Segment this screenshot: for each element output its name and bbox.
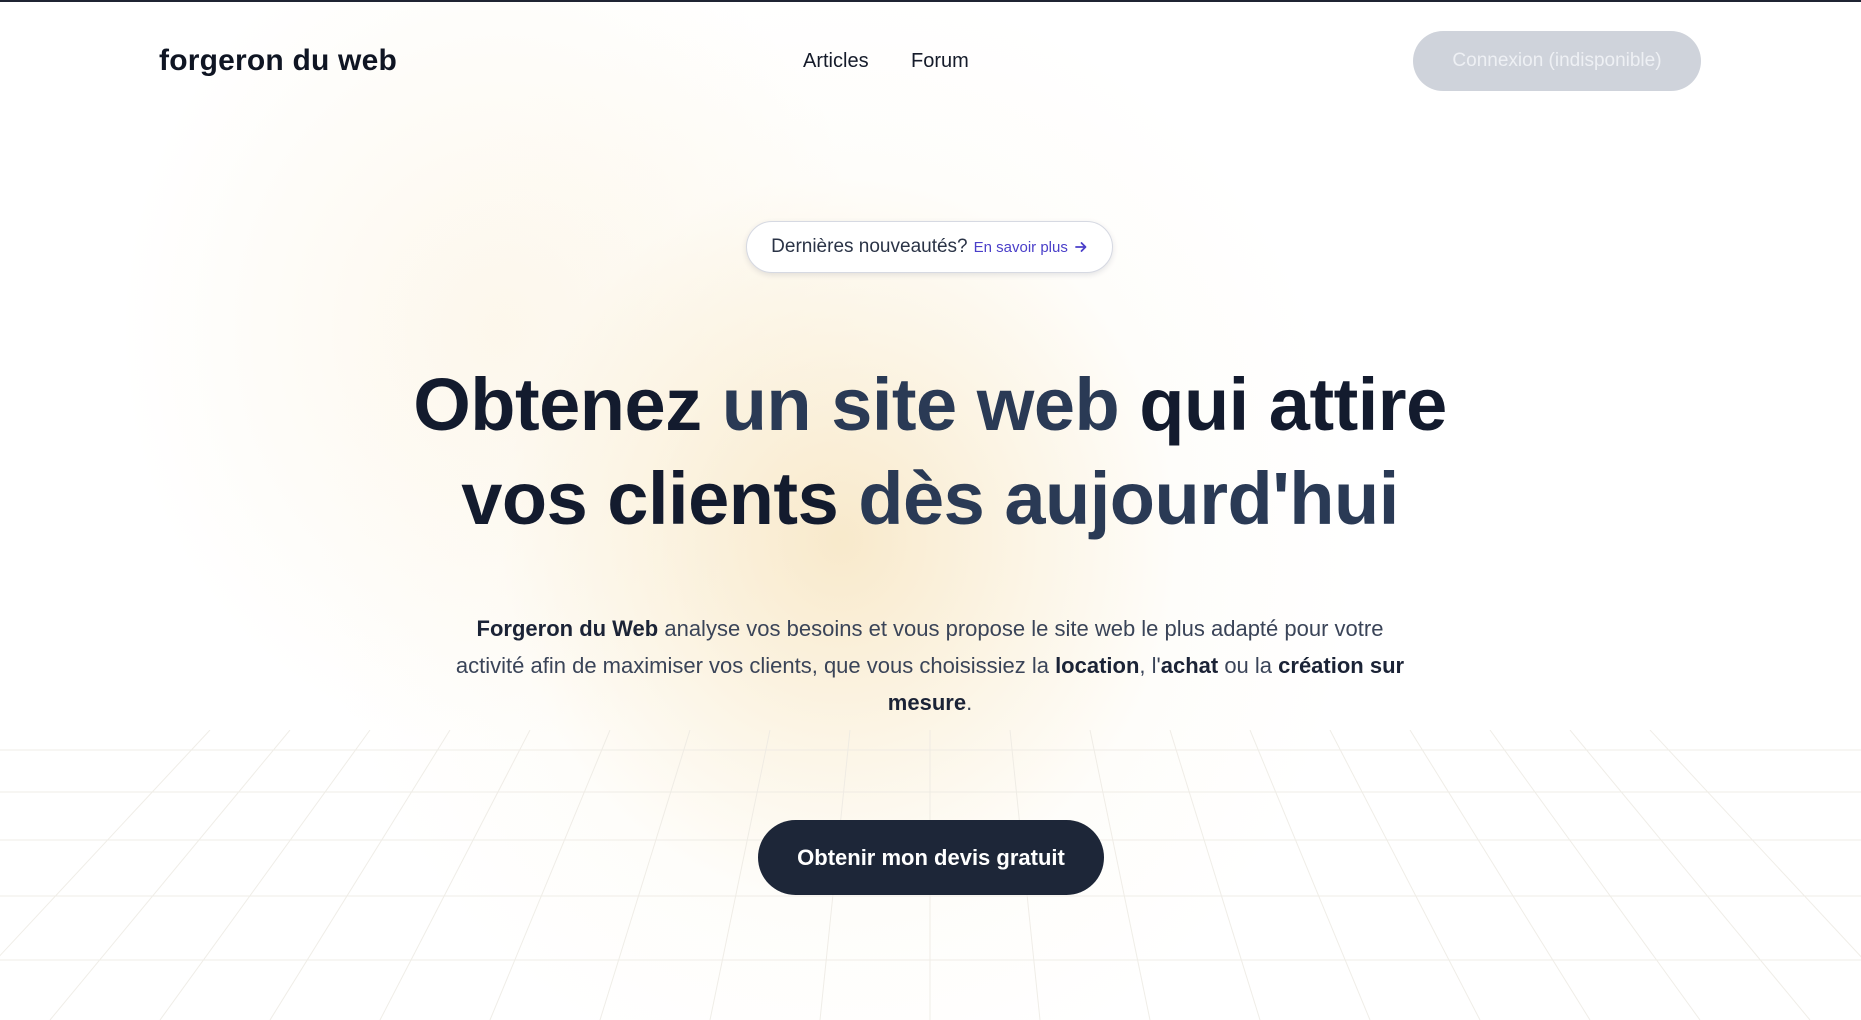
announcement-pill[interactable]: Dernières nouveautés? En savoir plus xyxy=(746,221,1113,273)
description-text: , l' xyxy=(1139,653,1161,678)
nav-link-forum[interactable]: Forum xyxy=(911,50,969,73)
hero-title-word: qui xyxy=(1139,363,1249,446)
site-header: forgeron du web Articles Forum Connexion… xyxy=(0,0,1861,125)
hero-title-word: web xyxy=(976,363,1120,446)
hero-title-word: Obtenez xyxy=(413,363,702,446)
learn-more-link[interactable]: En savoir plus xyxy=(974,239,1088,256)
hero-description: Forgeron du Web analyse vos besoins et v… xyxy=(440,610,1420,721)
brand-name: Forgeron du Web xyxy=(476,616,659,641)
get-quote-button[interactable]: Obtenir mon devis gratuit xyxy=(758,820,1104,895)
learn-more-label: En savoir plus xyxy=(973,238,1068,256)
hero-title-word: site xyxy=(831,363,957,446)
login-button[interactable]: Connexion (indisponible) xyxy=(1413,31,1701,91)
keyword-achat: achat xyxy=(1160,653,1219,678)
hero-title-word: un xyxy=(721,363,812,446)
site-logo[interactable]: forgeron du web xyxy=(159,44,397,78)
hero-title-word: attire xyxy=(1268,363,1447,446)
description-text: ou la xyxy=(1218,653,1279,678)
hero-title-word: vos xyxy=(461,457,588,540)
description-text: . xyxy=(966,690,973,715)
hero-title-word: clients xyxy=(607,457,839,540)
hero-title: Obtenez un site web qui attire vos client… xyxy=(230,358,1630,546)
hero-title-word: dès xyxy=(858,457,985,540)
announcement-text: Dernières nouveautés? xyxy=(771,236,968,257)
arrow-right-icon xyxy=(1074,242,1087,252)
hero-title-word: aujourd'hui xyxy=(1004,457,1399,540)
nav-link-articles[interactable]: Articles xyxy=(803,50,869,73)
keyword-location: location xyxy=(1055,653,1140,678)
